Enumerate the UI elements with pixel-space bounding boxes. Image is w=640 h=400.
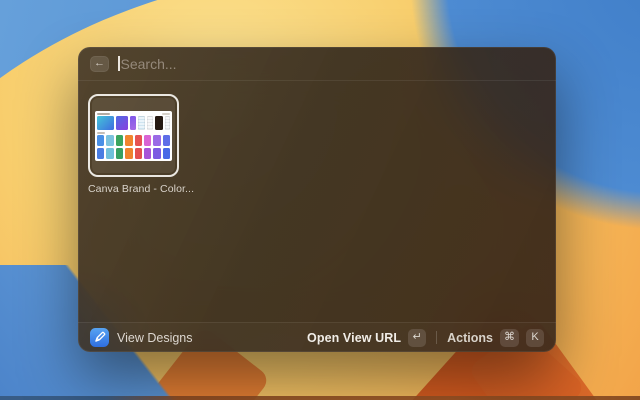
color-swatch <box>163 148 170 159</box>
wallpaper-bottom-edge <box>0 396 640 400</box>
color-swatch <box>116 148 123 159</box>
color-swatch <box>165 116 170 130</box>
back-button[interactable]: ← <box>90 56 109 72</box>
color-swatch <box>97 148 104 159</box>
color-swatch <box>125 135 132 146</box>
thumbnail-label-bar <box>162 113 170 115</box>
color-swatch <box>135 135 142 146</box>
color-swatch <box>153 148 160 159</box>
primary-action-label: Open View URL <box>307 331 401 345</box>
color-swatch <box>138 116 145 130</box>
color-swatch <box>155 116 163 130</box>
k-key-icon: K <box>526 329 544 347</box>
tile-background <box>92 98 175 173</box>
thumbnail-header <box>97 113 170 115</box>
selection-border <box>88 94 179 177</box>
search-field-wrap <box>118 56 544 72</box>
results-grid: Canva Brand - Color... <box>78 81 556 322</box>
actions-menu-button[interactable]: Actions ⌘ K <box>447 329 544 347</box>
design-thumbnail <box>95 111 172 161</box>
back-arrow-icon: ← <box>94 58 105 69</box>
search-bar: ← <box>78 47 556 81</box>
color-swatch <box>147 116 153 130</box>
primary-action-button[interactable]: Open View URL ↵ <box>307 329 426 347</box>
search-input[interactable] <box>121 56 545 72</box>
color-swatch <box>106 135 113 146</box>
palette-row-gradients <box>97 116 170 130</box>
footer-divider <box>436 331 437 344</box>
color-swatch <box>116 135 123 146</box>
color-swatch <box>144 148 151 159</box>
grid-item-canva-brand[interactable]: Canva Brand - Color... <box>88 94 188 195</box>
color-swatch <box>97 116 114 130</box>
grid-item-label: Canva Brand - Color... <box>88 183 188 195</box>
actions-label: Actions <box>447 331 493 345</box>
cmd-key-icon: ⌘ <box>500 329 519 347</box>
palette-row-colors-2 <box>97 148 170 159</box>
color-swatch <box>135 148 142 159</box>
color-swatch <box>106 148 113 159</box>
color-swatch <box>130 116 136 130</box>
color-swatch <box>163 135 170 146</box>
color-swatch <box>153 135 160 146</box>
thumbnail-title-bar <box>97 113 110 115</box>
text-caret <box>118 56 120 71</box>
thumbnail-section-bar <box>97 132 105 134</box>
enter-key-icon: ↵ <box>408 329 426 347</box>
color-swatch <box>125 148 132 159</box>
pencil-icon <box>90 328 109 347</box>
palette-row-colors-1 <box>97 135 170 146</box>
source-label: View Designs <box>117 331 193 345</box>
launcher-window: ← <box>78 47 556 352</box>
action-bar: View Designs Open View URL ↵ Actions ⌘ K <box>78 322 556 352</box>
color-swatch <box>97 135 104 146</box>
color-swatch <box>116 116 129 130</box>
color-swatch <box>144 135 151 146</box>
